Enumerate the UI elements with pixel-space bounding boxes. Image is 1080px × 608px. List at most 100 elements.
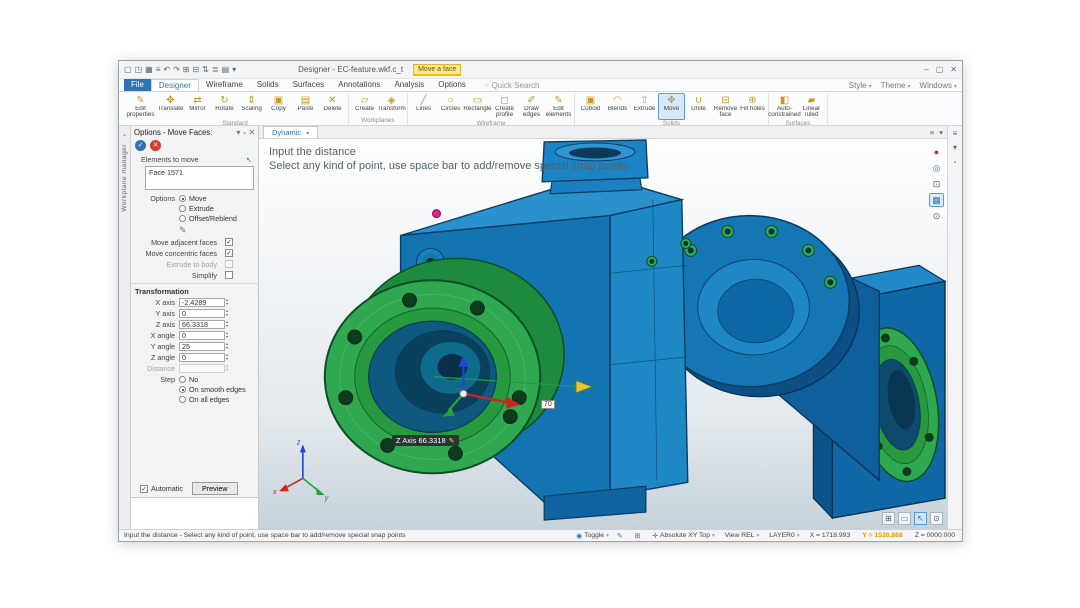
- auto-constrained-button[interactable]: ◧Auto-constrained: [771, 93, 798, 120]
- status-segment[interactable]: Y = 1520.888: [860, 532, 905, 539]
- pin-icon[interactable]: [954, 157, 956, 166]
- status-segment[interactable]: LAYER0▾: [767, 532, 799, 539]
- preview-button[interactable]: Preview: [192, 482, 238, 495]
- edit-icon[interactable]: [449, 436, 455, 445]
- undo-icon[interactable]: ↶: [163, 65, 170, 74]
- confirm-button[interactable]: [135, 140, 146, 151]
- value-input[interactable]: 0: [179, 353, 225, 362]
- option-checkbox-row[interactable]: Extrude to body: [131, 259, 258, 270]
- delete-button[interactable]: ✕Delete: [319, 93, 346, 120]
- window-menu[interactable]: Theme: [881, 81, 911, 90]
- spinner[interactable]: [226, 353, 228, 361]
- zoom-icon[interactable]: ⊙: [930, 512, 943, 525]
- more-icon[interactable]: ▾: [232, 65, 236, 74]
- model-svg[interactable]: x y z: [259, 139, 947, 529]
- save-icon[interactable]: ▦: [145, 65, 153, 74]
- pointer-icon[interactable]: ↖: [914, 512, 927, 525]
- status-segment[interactable]: ⊞: [635, 532, 645, 540]
- measure-icon[interactable]: [179, 225, 187, 236]
- menu-icon[interactable]: [953, 129, 958, 138]
- viewport-tab-dynamic[interactable]: Dynamic: [263, 126, 318, 138]
- spinner[interactable]: [226, 309, 228, 317]
- value-input[interactable]: 66.3318: [179, 320, 225, 329]
- status-segment[interactable]: View REL▾: [723, 532, 760, 539]
- option-checkbox-row[interactable]: Move concentric faces: [131, 248, 258, 259]
- rotate-button[interactable]: ↻Rotate: [211, 93, 238, 120]
- blends-button[interactable]: ◠Blends: [604, 93, 631, 120]
- ribbon-tab[interactable]: File: [124, 79, 151, 91]
- redo-icon[interactable]: ↷: [173, 65, 180, 74]
- ribbon-tab[interactable]: Analysis: [387, 79, 431, 91]
- new-file-icon[interactable]: ▢: [124, 65, 132, 74]
- ribbon-tab[interactable]: Annotations: [331, 79, 387, 91]
- paste-button[interactable]: ▤Paste: [292, 93, 319, 120]
- create-workplane-button[interactable]: ▱Create: [351, 93, 378, 117]
- mode-radio[interactable]: Move: [179, 194, 237, 203]
- swap-icon[interactable]: ⇅: [202, 65, 209, 74]
- chevron-down-icon[interactable]: [939, 128, 943, 137]
- triad-origin[interactable]: [460, 390, 467, 397]
- edit-properties-button[interactable]: ✎Edit properties: [124, 93, 157, 120]
- properties-icon[interactable]: ▤: [222, 65, 230, 74]
- remove-face-button[interactable]: ⊟Remove face: [712, 93, 739, 120]
- window-menu[interactable]: Windows: [920, 81, 957, 90]
- status-segment[interactable]: ✛Absolute XY Top▾: [652, 532, 714, 540]
- option-checkbox-row[interactable]: Move adjacent faces: [131, 237, 258, 248]
- print-icon[interactable]: ≡: [156, 65, 161, 74]
- fill-holes-button[interactable]: ⊕Fill holes: [739, 93, 766, 120]
- automatic-checkbox[interactable]: [140, 485, 148, 493]
- list-icon[interactable]: ≣: [212, 65, 219, 74]
- transform-workplane-button[interactable]: ◈Transform: [378, 93, 405, 117]
- close-icon[interactable]: [248, 128, 255, 137]
- step-radio[interactable]: On smooth edges: [179, 385, 246, 394]
- spinner[interactable]: [226, 298, 228, 306]
- mode-radio[interactable]: Offset/Reblend: [179, 214, 237, 223]
- cuboid-button[interactable]: ▣Cuboid: [577, 93, 604, 120]
- camera-icon[interactable]: ●: [929, 145, 944, 159]
- translate-button[interactable]: ✥Translate: [157, 93, 184, 120]
- screen-icon[interactable]: ⊡: [929, 177, 944, 191]
- mode-radio[interactable]: Extrude: [179, 204, 237, 213]
- value-input[interactable]: 25: [179, 342, 225, 351]
- spinner[interactable]: [226, 320, 228, 328]
- create-profile-button[interactable]: ◻Create profile: [491, 93, 518, 120]
- edit-elements-button[interactable]: ✎Edit elements: [545, 93, 572, 120]
- spinner[interactable]: [226, 342, 228, 350]
- quick-search-input[interactable]: Quick Search: [485, 81, 540, 91]
- unite-button[interactable]: ∪Unite: [685, 93, 712, 120]
- screen-mode-icon[interactable]: ▭: [898, 512, 911, 525]
- value-input[interactable]: -2.4289: [179, 298, 225, 307]
- probe-icon[interactable]: ⊙: [929, 209, 944, 223]
- grid-icon[interactable]: ▦: [929, 193, 944, 207]
- add-icon[interactable]: ⊞: [183, 65, 190, 74]
- chevron-down-icon[interactable]: [236, 128, 240, 137]
- workplane-manager-strip[interactable]: Workplane manager: [119, 126, 131, 529]
- compare-icon[interactable]: ◎: [929, 161, 944, 175]
- chevron-down-icon[interactable]: [953, 143, 957, 152]
- ribbon-tab[interactable]: Options: [431, 79, 473, 91]
- open-icon[interactable]: ◳: [135, 65, 143, 74]
- circles-button[interactable]: ○Circles: [437, 93, 464, 120]
- draw-edges-button[interactable]: ✐Draw edges: [518, 93, 545, 120]
- value-input[interactable]: 0: [179, 331, 225, 340]
- value-input[interactable]: [179, 364, 225, 373]
- extrude-button[interactable]: ⇧Extrude: [631, 93, 658, 120]
- right-dock-strip[interactable]: [947, 126, 962, 529]
- maximize-button[interactable]: ▢: [936, 65, 944, 74]
- ribbon-tab[interactable]: Solids: [250, 79, 286, 91]
- status-segment[interactable]: X = 1718.993: [808, 532, 853, 539]
- option-checkbox-row[interactable]: Simplify: [131, 270, 258, 281]
- lines-button[interactable]: ╱Lines: [410, 93, 437, 120]
- copy-button[interactable]: ▣Copy: [265, 93, 292, 120]
- rectangle-button[interactable]: ▭Rectangle: [464, 93, 491, 120]
- elements-list-item[interactable]: Face 1571: [149, 168, 250, 177]
- cancel-button[interactable]: [150, 140, 161, 151]
- remove-icon[interactable]: ⊟: [192, 65, 199, 74]
- ribbon-tab[interactable]: Designer: [151, 79, 199, 91]
- status-segment[interactable]: ◉Toggle▾: [576, 532, 609, 540]
- spinner[interactable]: [226, 331, 228, 339]
- status-segment[interactable]: ✎: [617, 532, 627, 540]
- window-menu[interactable]: Style: [849, 81, 872, 90]
- layout-grid-icon[interactable]: ⊞: [882, 512, 895, 525]
- scaling-button[interactable]: ⇕Scaling: [238, 93, 265, 120]
